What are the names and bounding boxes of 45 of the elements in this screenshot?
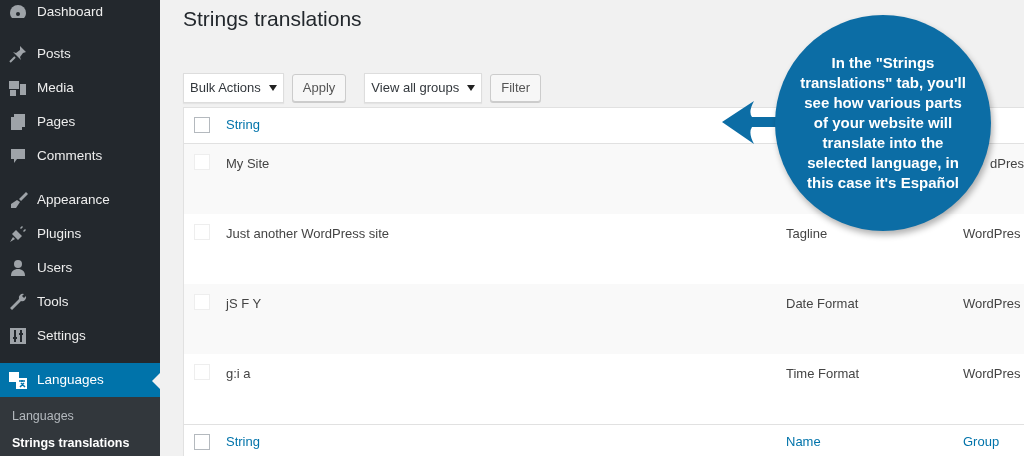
column-header[interactable]: Name (786, 434, 821, 450)
column-header[interactable]: String (226, 115, 260, 135)
current-page-pointer (152, 373, 160, 389)
column-header[interactable]: String (226, 434, 260, 450)
sidebar-item[interactable]: Dashboard (0, 0, 160, 29)
sliders-icon (8, 326, 28, 346)
submenu-item[interactable]: Strings translations (0, 429, 160, 456)
caret-icon (268, 84, 277, 91)
select-all-checkbox[interactable] (194, 117, 210, 133)
sidebar-item[interactable]: Tools (0, 285, 160, 319)
dropdown[interactable]: View all groups (364, 73, 483, 103)
pages-icon (8, 112, 28, 132)
table-cell: g:i a (226, 365, 251, 381)
select-all-checkbox[interactable] (194, 434, 210, 450)
table-cell: WordPres (963, 365, 1021, 381)
user-icon (8, 258, 28, 278)
filter-button[interactable]: Filter (490, 74, 542, 102)
table-cell: jS F Y (226, 295, 262, 311)
brush-icon (8, 190, 28, 210)
dropdown[interactable]: Bulk Actions (183, 73, 284, 103)
pin-icon (8, 44, 28, 64)
sidebar-item[interactable]: Appearance (0, 183, 160, 217)
submenu-item[interactable]: Languages (0, 403, 160, 430)
sidebar-item[interactable]: Pages (0, 105, 160, 139)
sidebar-item[interactable]: Posts (0, 37, 160, 71)
plug-icon (8, 224, 28, 244)
page-title: Strings translations (183, 6, 363, 32)
table-cell: My Site (226, 155, 270, 171)
sidebar-item[interactable]: Media (0, 71, 160, 105)
apply-button[interactable]: Apply (291, 74, 347, 102)
column-header[interactable]: Group (963, 434, 1000, 450)
table-cell: WordPres (963, 295, 1021, 311)
translate-icon (8, 370, 28, 390)
sidebar-item[interactable]: Comments (0, 139, 160, 173)
sidebar-item[interactable]: Plugins (0, 217, 160, 251)
caret-icon (467, 84, 476, 91)
sidebar-item[interactable]: Languages (0, 363, 160, 397)
wrench-icon (8, 292, 28, 312)
table-cell: Just another WordPress site (226, 225, 390, 241)
table-cell: dPres (990, 155, 1024, 171)
media-icon (8, 78, 28, 98)
table-cell: Date Format (786, 295, 859, 311)
table-cell: Time Format (786, 365, 860, 381)
sidebar-item[interactable]: Settings (0, 319, 160, 353)
sidebar-item[interactable]: Users (0, 251, 160, 285)
